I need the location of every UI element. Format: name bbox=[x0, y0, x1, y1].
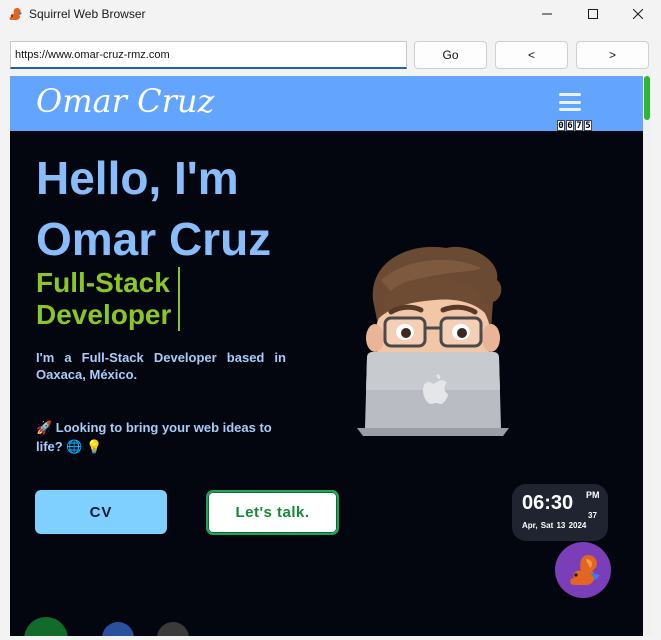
close-icon bbox=[633, 9, 643, 19]
counter-digit: 7 bbox=[575, 120, 583, 131]
hero-title: Hello, I'm Omar Cruz bbox=[36, 152, 272, 265]
clock-widget: 06:30 PM 37 Apr, Sat 13 2024 bbox=[512, 484, 608, 541]
site-header: Omar Cruz 0 6 7 5 bbox=[10, 76, 643, 131]
address-bar-input[interactable] bbox=[10, 41, 407, 69]
scrollbar-thumb[interactable] bbox=[644, 76, 650, 120]
forward-button[interactable]: > bbox=[576, 41, 649, 69]
hero-description: I'm a Full-Stack Developer based in Oaxa… bbox=[36, 350, 286, 382]
title-bar: Squirrel Web Browser bbox=[0, 0, 661, 28]
social-link-circle[interactable] bbox=[24, 617, 68, 636]
minimize-button[interactable] bbox=[524, 0, 570, 28]
go-button[interactable]: Go bbox=[414, 41, 487, 69]
window-title: Squirrel Web Browser bbox=[29, 7, 146, 21]
clock-seconds: 37 bbox=[588, 511, 597, 520]
lets-talk-button[interactable]: Let's talk. bbox=[206, 490, 339, 535]
memoji-avatar bbox=[357, 246, 509, 436]
web-viewport: Omar Cruz 0 6 7 5 Hello, I'm Omar Cruz F… bbox=[10, 76, 643, 636]
clock-date: Apr, Sat 13 2024 bbox=[522, 521, 587, 530]
maximize-icon bbox=[588, 9, 598, 19]
back-button[interactable]: < bbox=[495, 41, 568, 69]
site-logo[interactable]: Omar Cruz bbox=[36, 82, 214, 120]
maximize-button[interactable] bbox=[570, 0, 616, 28]
cv-button[interactable]: CV bbox=[35, 490, 167, 534]
minimize-icon bbox=[542, 13, 552, 15]
hamburger-menu-icon[interactable] bbox=[559, 93, 581, 111]
counter-digit: 6 bbox=[566, 120, 574, 131]
clock-ampm: PM bbox=[586, 490, 600, 500]
squirrel-floating-button[interactable] bbox=[555, 542, 611, 598]
social-link-circle[interactable] bbox=[157, 622, 189, 636]
browser-window: Squirrel Web Browser Go < > Omar Cruz 0 … bbox=[0, 0, 661, 640]
squirrel-app-icon bbox=[9, 8, 22, 20]
scrollbar-track[interactable] bbox=[643, 76, 651, 636]
social-link-circle[interactable] bbox=[102, 622, 134, 636]
navigation-toolbar: Go < > bbox=[0, 28, 661, 74]
hero-pitch: 🚀 Looking to bring your web ideas to lif… bbox=[36, 420, 272, 454]
squirrel-icon bbox=[570, 555, 600, 585]
counter-digit: 5 bbox=[584, 120, 592, 131]
counter-digit: 0 bbox=[557, 120, 565, 131]
clock-time: 06:30 bbox=[522, 492, 574, 514]
role-typewriter: Full-Stack Developer bbox=[36, 267, 180, 331]
close-button[interactable] bbox=[615, 0, 661, 28]
visit-counter: 0 6 7 5 bbox=[557, 120, 592, 131]
